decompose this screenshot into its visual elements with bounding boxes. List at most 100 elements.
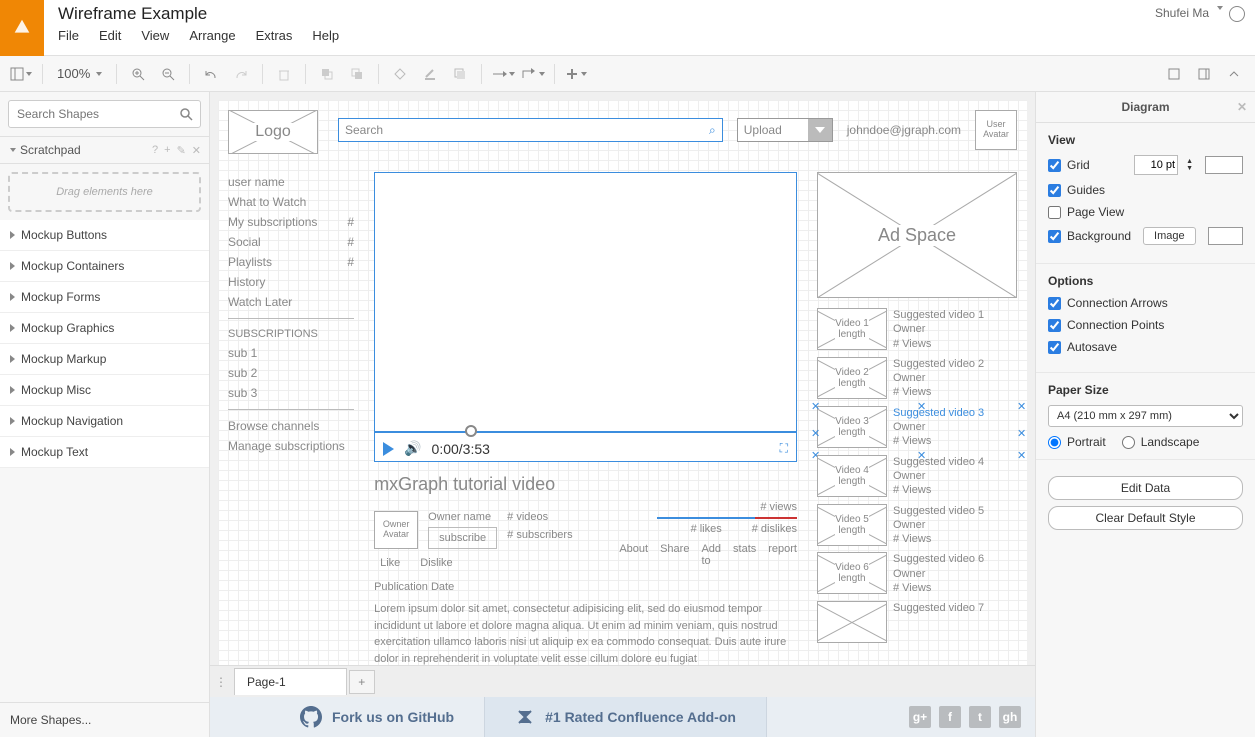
menu-extras[interactable]: Extras (256, 28, 293, 43)
paper-size-select[interactable]: A4 (210 mm x 297 mm) (1048, 405, 1243, 427)
shadow-icon[interactable] (447, 61, 473, 87)
scratchpad-edit-icon[interactable]: ✎ (177, 144, 186, 157)
connection-points-checkbox[interactable] (1048, 319, 1061, 332)
format-panel-title: Diagram (1121, 100, 1169, 114)
scratchpad-label: Scratchpad (20, 143, 81, 157)
wf-suggestion-row[interactable]: Video 5lengthSuggested video 5Owner# Vie… (817, 504, 1017, 547)
more-shapes-button[interactable]: More Shapes... (0, 702, 209, 737)
document-title[interactable]: Wireframe Example (58, 4, 1135, 24)
scratchpad-dropzone[interactable]: Drag elements here (8, 172, 201, 212)
connection-style-icon[interactable] (490, 61, 516, 87)
user-menu-chevron-icon[interactable] (1217, 6, 1223, 10)
connection-arrows-checkbox[interactable] (1048, 297, 1061, 310)
wf-subscribe-button[interactable]: subscribe (428, 527, 497, 549)
tabs-menu-icon[interactable]: ⋮ (210, 675, 232, 689)
wf-suggestion-row[interactable]: Suggested video 7 (817, 601, 1017, 643)
tab-page-1[interactable]: Page-1 (234, 668, 347, 695)
play-icon[interactable] (383, 442, 394, 456)
line-color-icon[interactable] (417, 61, 443, 87)
category-mockup-buttons[interactable]: Mockup Buttons (0, 220, 209, 251)
fill-color-icon[interactable] (387, 61, 413, 87)
toolbar: 100% (0, 56, 1255, 92)
wf-suggestion-thumb: Video 5length (817, 504, 887, 546)
wf-suggestion-thumb (817, 601, 887, 643)
waypoint-style-icon[interactable] (520, 61, 546, 87)
wf-upload-button[interactable]: Upload (737, 118, 833, 142)
redo-icon[interactable] (228, 61, 254, 87)
menu-arrange[interactable]: Arrange (189, 28, 235, 43)
collapse-icon[interactable] (1221, 61, 1247, 87)
fullscreen-icon[interactable]: ⛶ (780, 441, 788, 456)
category-mockup-containers[interactable]: Mockup Containers (0, 251, 209, 282)
zoom-out-icon[interactable] (155, 61, 181, 87)
shape-categories: Mockup Buttons Mockup Containers Mockup … (0, 220, 209, 702)
social-twitter-icon[interactable]: t (969, 706, 991, 728)
wf-video-title: mxGraph tutorial video (374, 474, 797, 495)
scratchpad-help-icon[interactable]: ? (152, 144, 158, 156)
user-name[interactable]: Shufei Ma (1155, 6, 1209, 20)
delete-icon[interactable] (271, 61, 297, 87)
grid-color-swatch[interactable] (1205, 156, 1243, 174)
add-page-button[interactable]: + (349, 670, 375, 694)
grid-checkbox[interactable] (1048, 159, 1061, 172)
wf-logo[interactable]: Logo (228, 110, 318, 154)
social-facebook-icon[interactable]: f (939, 706, 961, 728)
menu-file[interactable]: File (58, 28, 79, 43)
menu-help[interactable]: Help (312, 28, 339, 43)
wf-suggestion-row[interactable]: Video 1lengthSuggested video 1Owner# Vie… (817, 308, 1017, 351)
menu-view[interactable]: View (141, 28, 169, 43)
close-panel-icon[interactable]: ✕ (1237, 100, 1247, 114)
wf-suggestion-row[interactable]: Video 2lengthSuggested video 2Owner# Vie… (817, 357, 1017, 400)
footer-github-link[interactable]: Fork us on GitHub (270, 697, 485, 737)
scratchpad-toggle-icon[interactable] (10, 148, 16, 152)
background-checkbox[interactable] (1048, 230, 1061, 243)
scratchpad-close-icon[interactable]: ✕ (192, 144, 201, 157)
background-image-button[interactable]: Image (1143, 227, 1196, 245)
category-mockup-misc[interactable]: Mockup Misc (0, 375, 209, 406)
format-panel-icon[interactable] (1191, 61, 1217, 87)
category-mockup-graphics[interactable]: Mockup Graphics (0, 313, 209, 344)
clear-default-style-button[interactable]: Clear Default Style (1048, 506, 1243, 530)
menu-bar: File Edit View Arrange Extras Help (58, 28, 1135, 43)
fullscreen-icon[interactable] (1161, 61, 1187, 87)
scratchpad-add-icon[interactable]: + (164, 144, 170, 156)
guides-checkbox[interactable] (1048, 184, 1061, 197)
portrait-radio[interactable] (1048, 436, 1061, 449)
search-icon[interactable] (179, 107, 193, 121)
wf-suggestion-row[interactable]: Video 3lengthSuggested video 3Owner# Vie… (817, 406, 1017, 449)
search-shapes-input[interactable] (8, 100, 201, 128)
volume-icon[interactable]: 🔊 (404, 440, 421, 457)
wf-video-frame[interactable]: 🔊 0:00/3:53 ⛶ (374, 172, 797, 462)
zoom-selector[interactable]: 100% (51, 66, 108, 81)
category-mockup-navigation[interactable]: Mockup Navigation (0, 406, 209, 437)
wf-search-input[interactable]: Search⌕ (338, 118, 723, 142)
page-view-checkbox[interactable] (1048, 206, 1061, 219)
to-back-icon[interactable] (344, 61, 370, 87)
background-color-swatch[interactable] (1208, 227, 1243, 245)
wf-suggestion-thumb: Video 3length (817, 406, 887, 448)
globe-icon[interactable] (1229, 6, 1245, 22)
to-front-icon[interactable] (314, 61, 340, 87)
grid-size-input[interactable] (1134, 155, 1178, 175)
app-logo[interactable] (0, 0, 44, 56)
canvas[interactable]: Logo Search⌕ Upload johndoe@jgraph.com U… (210, 92, 1035, 665)
menu-edit[interactable]: Edit (99, 28, 121, 43)
footer-confluence-link[interactable]: #1 Rated Confluence Add-on (485, 697, 767, 737)
social-github-icon[interactable]: gh (999, 706, 1021, 728)
insert-icon[interactable] (563, 61, 589, 87)
category-mockup-markup[interactable]: Mockup Markup (0, 344, 209, 375)
category-mockup-forms[interactable]: Mockup Forms (0, 282, 209, 313)
edit-data-button[interactable]: Edit Data (1048, 476, 1243, 500)
view-options-button[interactable] (8, 61, 34, 87)
social-gplus-icon[interactable]: g+ (909, 706, 931, 728)
wf-ad-space[interactable]: Ad Space (817, 172, 1017, 298)
category-mockup-text[interactable]: Mockup Text (0, 437, 209, 468)
wf-suggestion-row[interactable]: Video 6lengthSuggested video 6Owner# Vie… (817, 552, 1017, 595)
wf-suggestion-row[interactable]: Video 4lengthSuggested video 4Owner# Vie… (817, 455, 1017, 498)
landscape-radio[interactable] (1122, 436, 1135, 449)
wf-suggestion-thumb: Video 4length (817, 455, 887, 497)
zoom-in-icon[interactable] (125, 61, 151, 87)
undo-icon[interactable] (198, 61, 224, 87)
autosave-checkbox[interactable] (1048, 341, 1061, 354)
wf-user-avatar[interactable]: User Avatar (975, 110, 1017, 150)
